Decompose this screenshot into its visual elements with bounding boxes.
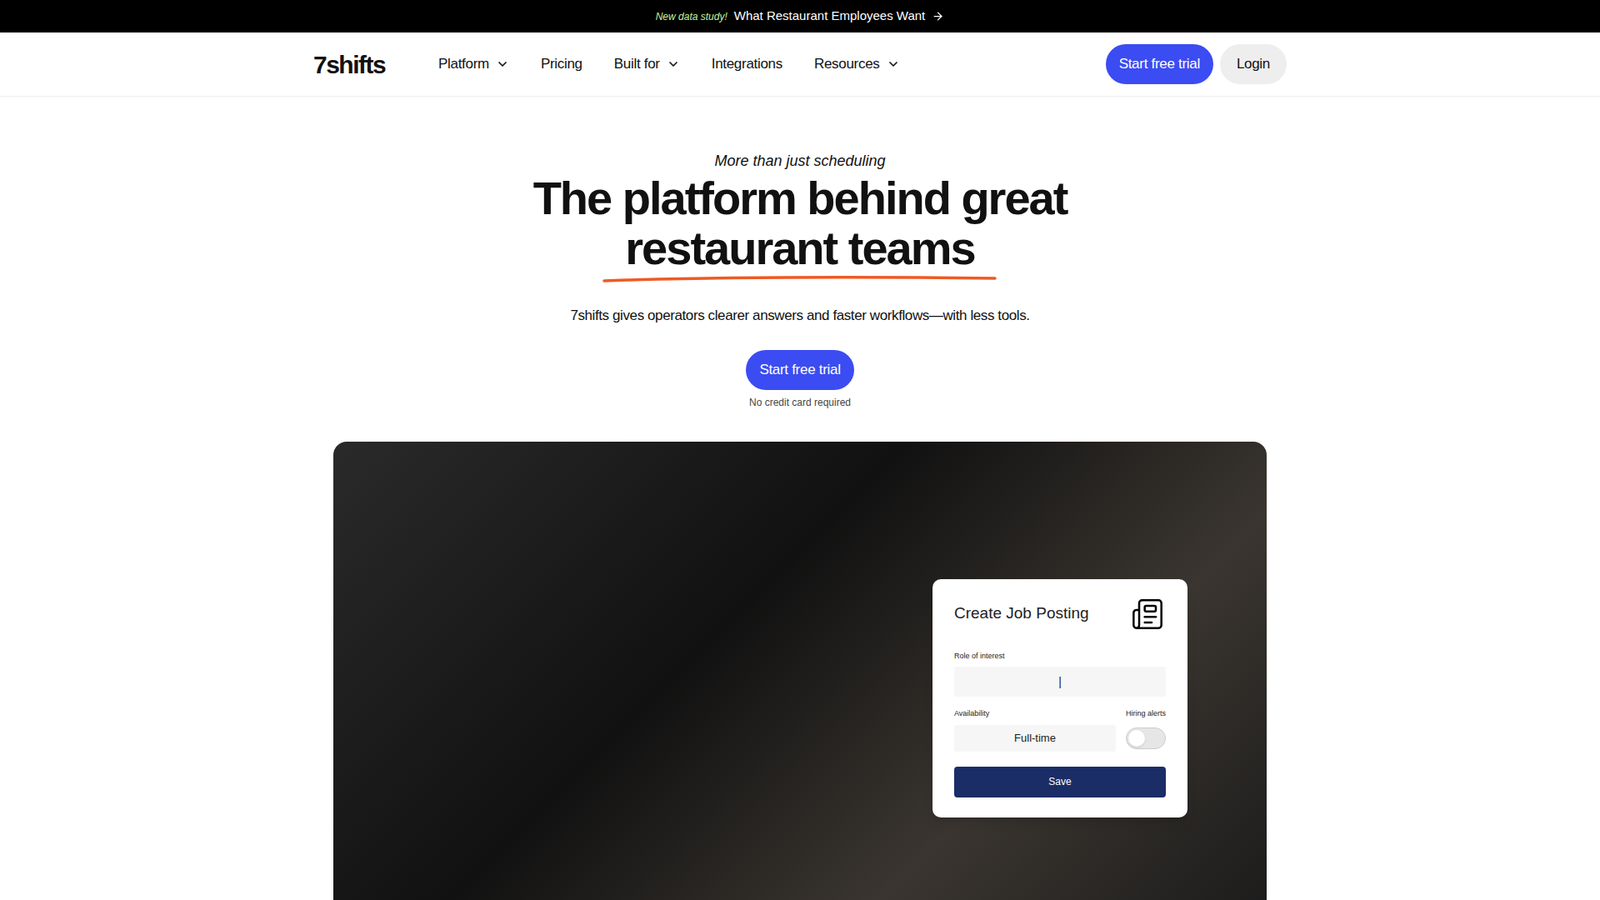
nav-item[interactable]: Built for xyxy=(614,53,680,75)
hero-cta-button[interactable]: Start free trial xyxy=(745,350,854,390)
logo[interactable]: 7shifts xyxy=(313,45,439,84)
nav-item[interactable]: Integrations xyxy=(711,53,783,75)
hero-eyebrow: More than just scheduling xyxy=(714,151,885,170)
chevron-down-icon xyxy=(886,57,900,71)
nav-item[interactable]: Platform xyxy=(438,53,510,75)
announcement-banner[interactable]: New data study! What Restaurant Employees… xyxy=(0,0,1600,33)
banner-tag: New data study! xyxy=(655,9,728,25)
hero-subtitle: 7shifts gives operators clearer answers … xyxy=(570,305,1030,327)
banner-text: What Restaurant Employees Want xyxy=(734,6,926,26)
job-posting-card: Create Job Posting Role of interest | Avail… xyxy=(932,579,1188,818)
nav-item[interactable]: Resources xyxy=(814,53,900,75)
arrow-right-icon xyxy=(931,10,945,23)
start-trial-button[interactable]: Start free trial xyxy=(1105,44,1214,85)
role-input[interactable]: | xyxy=(954,666,1166,697)
page: New data study! What Restaurant Employees… xyxy=(0,0,1600,900)
alerts-label: Hiring alerts xyxy=(1125,708,1166,720)
availability-field[interactable]: Full-time xyxy=(954,725,1116,752)
alerts-toggle[interactable] xyxy=(1125,727,1166,750)
login-button[interactable]: Login xyxy=(1220,44,1287,85)
chevron-down-icon xyxy=(495,57,510,71)
role-label: Role of interest xyxy=(954,650,1166,663)
main-nav: Platform Pricing Built for Integrations Reso… xyxy=(438,53,1106,75)
nav-item[interactable]: Pricing xyxy=(540,53,583,75)
hero-title: The platform behind greatrestaurant team… xyxy=(533,173,1068,284)
save-button[interactable]: Save xyxy=(954,766,1166,798)
hero-video[interactable]: Create Job Posting Role of interest | Avail… xyxy=(333,441,1267,900)
chevron-down-icon xyxy=(666,57,680,71)
availability-label: Availability xyxy=(954,708,990,720)
header: 7shiftsPlatform Pricing Built for Integrati… xyxy=(0,32,1600,97)
hero-note: No credit card required xyxy=(749,395,851,410)
card-title: Create Job Posting xyxy=(954,601,1090,626)
hero: More than just scheduling The platform be… xyxy=(0,96,1600,900)
underline-icon xyxy=(601,275,998,284)
newspaper-icon xyxy=(1129,597,1166,631)
